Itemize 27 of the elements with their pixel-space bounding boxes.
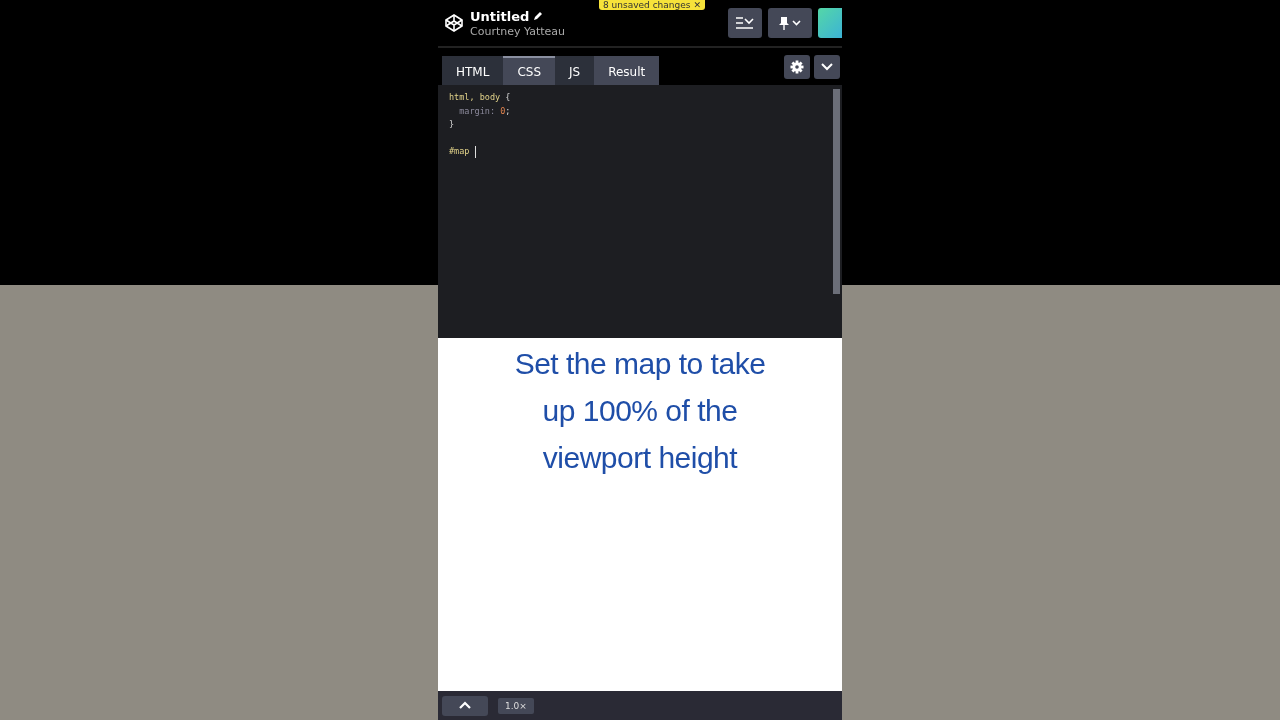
editor-tab[interactable]: CSS <box>503 56 556 85</box>
editor-tab[interactable]: HTML <box>442 56 504 85</box>
pencil-icon[interactable] <box>533 11 544 21</box>
code-line: margin: 0; <box>458 104 511 118</box>
pen-title: Untitled <box>470 8 530 24</box>
collapse-button[interactable] <box>814 54 840 79</box>
pin-icon <box>777 16 803 30</box>
chevron-down-icon <box>820 61 834 72</box>
layout-menu-button[interactable] <box>728 8 762 38</box>
zoom-level[interactable]: 1.0× <box>498 697 534 714</box>
chevron-up-icon <box>458 701 472 710</box>
scrollbar[interactable] <box>833 89 840 294</box>
code-line: html, body { <box>449 91 511 104</box>
close-icon[interactable]: ✕ <box>693 0 701 10</box>
editor-tab[interactable]: Result <box>594 56 660 85</box>
cube-logo-icon[interactable] <box>444 13 464 33</box>
layout-icon <box>735 16 755 30</box>
code-line: } <box>449 118 455 132</box>
author-name: Courtney Yatteau <box>470 24 566 38</box>
unsaved-changes-text: 8 unsaved changes <box>603 0 691 10</box>
pin-menu-button[interactable] <box>768 8 812 38</box>
editor-tab[interactable]: JS <box>555 56 595 85</box>
code-line: #map <box>449 145 471 159</box>
settings-button[interactable] <box>784 54 810 79</box>
expand-button[interactable] <box>442 695 488 716</box>
settings-icon <box>790 59 804 74</box>
caption-text: Set the map to take up 100% of the viewport height <box>513 346 767 476</box>
